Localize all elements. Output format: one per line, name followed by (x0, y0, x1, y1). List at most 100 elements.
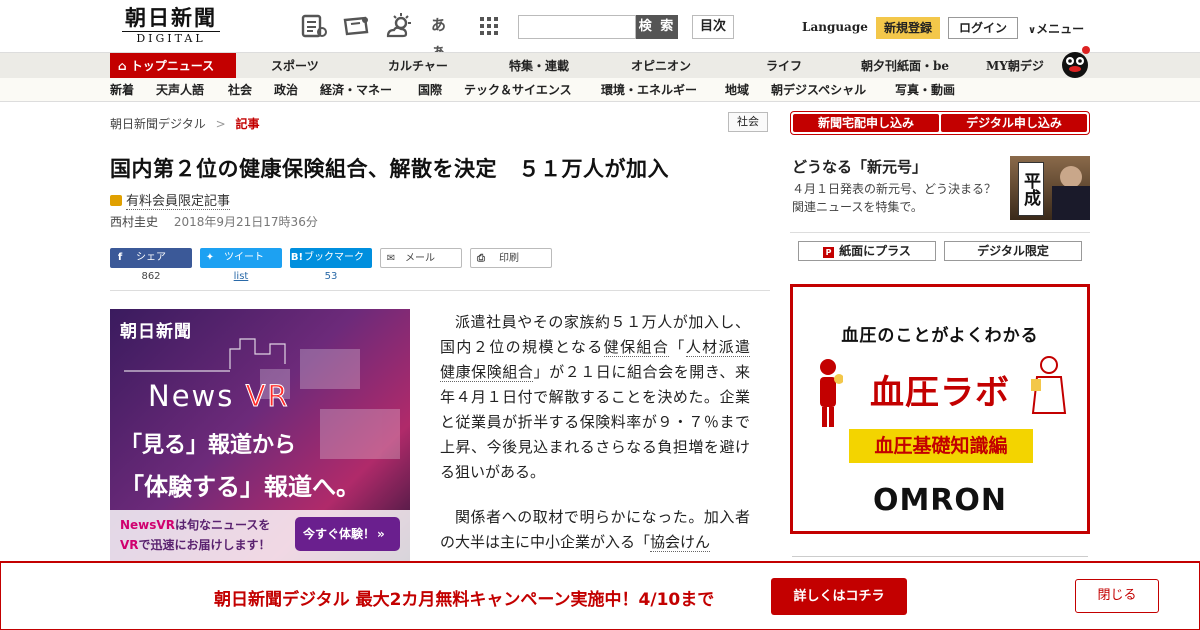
hatena-icon: B! (290, 252, 304, 263)
vr-ad-sub1-a: NewsVR (120, 518, 175, 532)
vr-ad-sub1-b: は旬なニュースを (174, 518, 271, 532)
nav2-photo-video[interactable]: 写真・動画 (895, 78, 955, 102)
keyword-link-kenpo[interactable]: 健保組合 (603, 338, 670, 357)
nav2-economy[interactable]: 経済・マネー (320, 78, 392, 102)
mail-button[interactable]: ✉ メール (380, 248, 462, 268)
vr-ad-news: News VR (148, 379, 290, 414)
feature-image[interactable]: 平成 (1010, 156, 1090, 220)
campaign-banner: 朝日新聞デジタル 最大2カ月無料キャンペーン実施中！4/10まで 詳しくはコチラ… (0, 561, 1200, 630)
grid-menu-icon[interactable] (475, 12, 503, 40)
digital-subscribe-button[interactable]: デジタル申し込み (941, 114, 1087, 132)
twitter-icon: ✦ (205, 252, 215, 263)
paper-plus-button[interactable]: P 紙面にプラス (798, 241, 936, 261)
breadcrumb-separator: > (215, 117, 226, 131)
site-logo[interactable]: 朝日新聞 DIGITAL (116, 6, 226, 48)
menu-button[interactable]: ∨メニュー (1028, 20, 1084, 37)
nav-opinion[interactable]: オピニオン (631, 53, 691, 79)
breadcrumb-current: 記事 (235, 117, 260, 131)
omron-ad[interactable]: 血圧のことがよくわかる 血圧ラボ 血圧基礎知識編 OMRON (790, 284, 1090, 534)
search-button[interactable]: 検 索 (636, 15, 678, 39)
person-right-icon (1031, 356, 1067, 414)
omron-logo: OMRON (872, 483, 1008, 518)
premium-link[interactable]: 有料会員限定記事 (126, 194, 231, 210)
subscribe-promo: 新聞宅配申し込み デジタル申し込み (790, 111, 1090, 135)
logo-jp: 朝日新聞 (125, 5, 217, 30)
facebook-share-label: シェア (136, 252, 166, 263)
keyword-link-kyokai[interactable]: 協会けん (650, 533, 711, 552)
keyword-link-kenko-hoken[interactable]: 健康保険組合 (440, 363, 534, 382)
font-size-icon[interactable]: あぁ (431, 12, 459, 60)
category-tag[interactable]: 社会 (728, 112, 768, 132)
chevron-down-icon: ∨ (1028, 25, 1037, 36)
newsvr-ad[interactable]: 朝日新聞 News VR 「見る」報道から 「体験する」報道へ。 NewsVRは… (110, 309, 410, 561)
site-header: 朝日新聞 DIGITAL あぁ 検 索 目次 Language 新規登録 ログイ… (0, 0, 1200, 60)
print-button[interactable]: ⎙ 印刷 (470, 248, 552, 268)
breadcrumb: 朝日新聞デジタル > 記事 (110, 115, 260, 132)
hatena-label: ブックマーク (304, 252, 364, 263)
hatena-count: 53 (324, 271, 338, 282)
nav2-society[interactable]: 社会 (228, 78, 252, 102)
signup-button[interactable]: 新規登録 (876, 17, 940, 39)
nav-top-news-label: トップニュース (130, 59, 215, 73)
digital-limited-button[interactable]: デジタル限定 (944, 241, 1082, 261)
premium-label[interactable]: 有料会員限定記事 (110, 190, 231, 210)
campaign-details-button[interactable]: 詳しくはコチラ (771, 578, 907, 615)
search-input[interactable] (518, 15, 636, 39)
nav2-politics[interactable]: 政治 (274, 78, 298, 102)
secondary-nav: 新着 天声人語 社会 政治 経済・マネー 国際 テック＆サイエンス 環境・エネル… (0, 78, 1200, 102)
nav2-latest[interactable]: 新着 (110, 78, 134, 102)
tweet-list-link[interactable]: list (200, 271, 282, 282)
nav2-special[interactable]: 朝デジスペシャル (771, 78, 866, 102)
nav-my-asahi[interactable]: MY朝デジ (986, 53, 1044, 79)
article-paragraph-1: 派遣社員やその家族約５１万人が加入し、国内２位の規模となる健保組合「人材派遣 健… (440, 310, 750, 485)
close-banner-button[interactable]: 閉じる (1075, 579, 1159, 613)
breadcrumb-root[interactable]: 朝日新聞デジタル (110, 117, 206, 131)
nav-sports[interactable]: スポーツ (271, 53, 319, 79)
tweet-button[interactable]: ✦ ツイート (200, 248, 282, 268)
divider (790, 232, 1090, 233)
facebook-share-button[interactable]: f シェア (110, 248, 192, 268)
nav-top-news[interactable]: ⌂ トップニュース (110, 53, 236, 79)
print-label: 印刷 (499, 253, 519, 264)
nav-culture[interactable]: カルチャー (388, 53, 448, 79)
author: 西村圭史 (110, 215, 159, 229)
nav2-region[interactable]: 地域 (725, 78, 749, 102)
nav-life[interactable]: ライフ (766, 53, 802, 79)
ticket-icon[interactable] (342, 12, 370, 40)
omron-ad-title: 血圧ラボ (870, 373, 1010, 413)
nav2-international[interactable]: 国際 (418, 78, 442, 102)
campaign-text: 朝日新聞デジタル 最大2カ月無料キャンペーン実施中！4/10まで (214, 590, 715, 610)
nav2-environment[interactable]: 環境・エネルギー (601, 78, 697, 102)
newspaper-icon[interactable] (300, 12, 328, 40)
vr-ad-sub2-a: VR (120, 538, 139, 552)
weather-icon[interactable] (385, 12, 413, 40)
mascot-icon[interactable] (1058, 44, 1092, 78)
divider (110, 290, 770, 291)
vr-ad-news-text: News (148, 379, 235, 413)
mail-icon: ✉ (386, 253, 396, 264)
vr-ad-sub2-b: で迅速にお届けします！ (138, 538, 271, 552)
feature-title[interactable]: どうなる「新元号」 (792, 156, 927, 177)
nav-features[interactable]: 特集・連載 (509, 53, 569, 79)
vr-ad-line1: 「見る」報道から (120, 433, 297, 458)
double-chevron-right-icon: » (377, 527, 385, 541)
newspaper-subscribe-button[interactable]: 新聞宅配申し込み (793, 114, 939, 132)
vr-ad-sub: NewsVRは旬なニュースを VRで迅速にお届けします！ (120, 515, 271, 555)
nav-paper[interactable]: 朝夕刊紙面・be (861, 53, 949, 79)
vr-ad-brand: 朝日新聞 (120, 322, 192, 342)
hatena-bookmark-button[interactable]: B!ブックマーク (290, 248, 372, 268)
vr-ad-cta-button[interactable]: 今すぐ体験！» (295, 517, 400, 551)
login-button[interactable]: ログイン (948, 17, 1018, 39)
omron-ad-line1: 血圧のことがよくわかる (841, 326, 1039, 346)
toc-button[interactable]: 目次 (692, 15, 734, 39)
nav2-tech[interactable]: テック＆サイエンス (464, 78, 572, 102)
language-link[interactable]: Language (802, 20, 868, 34)
keyword-link-jinzai[interactable]: 人材派遣 (685, 338, 750, 357)
person-body (1052, 186, 1090, 220)
nav2-tenseijingo[interactable]: 天声人語 (156, 78, 204, 102)
article-body: 派遣社員やその家族約５１万人が加入し、国内２位の規模となる健保組合「人材派遣 健… (440, 310, 750, 575)
divider (792, 556, 1088, 557)
publish-date: 2018年9月21日17時36分 (173, 215, 318, 229)
person-head (1060, 166, 1082, 188)
feature-description[interactable]: ４月１日発表の新元号、どう決まる？ 関連ニュースを特集で。 (792, 180, 1008, 216)
